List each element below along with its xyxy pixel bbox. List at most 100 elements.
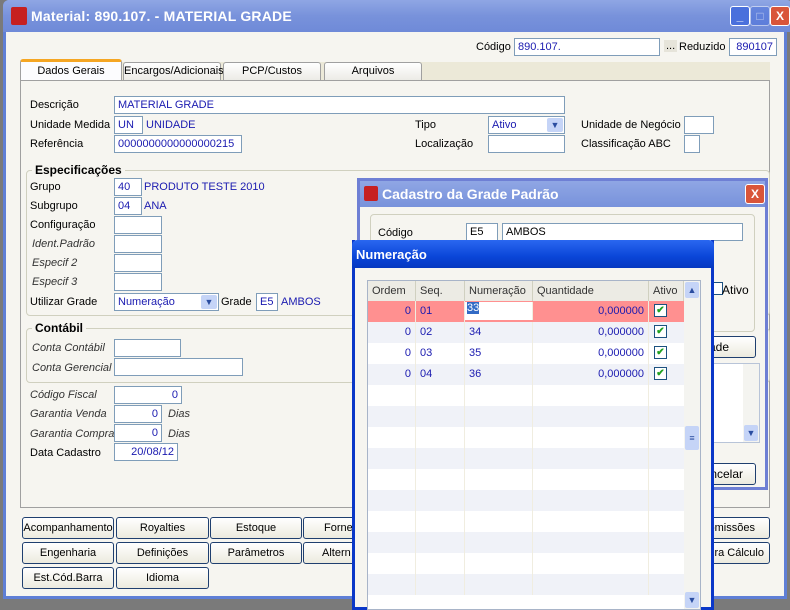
- col-numeracao[interactable]: Numeração: [465, 281, 533, 301]
- cell-quantidade[interactable]: [533, 553, 649, 574]
- cell-quantidade[interactable]: [533, 385, 649, 406]
- cell-seq[interactable]: [416, 490, 465, 511]
- table-row[interactable]: [368, 553, 684, 574]
- cell-quantidade[interactable]: [533, 469, 649, 490]
- tab-dados-gerais[interactable]: Dados Gerais: [20, 59, 122, 81]
- tab-arquivos[interactable]: Arquivos: [324, 62, 422, 80]
- cell-numeracao[interactable]: 33: [465, 302, 533, 320]
- table-row[interactable]: [368, 532, 684, 553]
- maximize-button[interactable]: □: [750, 6, 770, 26]
- cell-seq[interactable]: [416, 448, 465, 469]
- cell-quantidade[interactable]: [533, 574, 649, 595]
- cell-seq[interactable]: [416, 574, 465, 595]
- especif3-input[interactable]: [114, 273, 162, 291]
- cell-quantidade[interactable]: 0,000000: [533, 364, 649, 385]
- ativo-checkbox[interactable]: ✔: [654, 304, 667, 317]
- conta-gerencial-input[interactable]: [114, 358, 243, 376]
- royalties-button[interactable]: Royalties: [116, 517, 209, 539]
- ativo-checkbox[interactable]: ✔: [654, 325, 667, 338]
- cell-seq[interactable]: 03: [416, 343, 465, 364]
- table-row[interactable]: 0 04 36 0,000000 ✔: [368, 364, 684, 385]
- scroll-down-icon[interactable]: ▼: [744, 425, 758, 441]
- cadastro-close-button[interactable]: X: [745, 184, 765, 204]
- cell-numeracao[interactable]: [465, 574, 533, 595]
- cell-quantidade[interactable]: [533, 532, 649, 553]
- chevron-down-icon[interactable]: ▼: [547, 118, 563, 132]
- table-row[interactable]: [368, 406, 684, 427]
- cell-numeracao[interactable]: 35: [465, 343, 533, 364]
- cell-quantidade[interactable]: 0,000000: [533, 322, 649, 343]
- grupo-code-input[interactable]: 40: [114, 178, 142, 196]
- col-ativo[interactable]: Ativo: [649, 281, 684, 301]
- parametros-button[interactable]: Parâmetros: [210, 542, 302, 564]
- cell-ordem[interactable]: 0: [368, 343, 416, 364]
- est-cod-barra-button[interactable]: Est.Cód.Barra: [22, 567, 114, 589]
- cell-quantidade[interactable]: [533, 406, 649, 427]
- scroll-thumb[interactable]: ≡: [685, 426, 699, 450]
- cell-seq[interactable]: [416, 406, 465, 427]
- idioma-button[interactable]: Idioma: [116, 567, 209, 589]
- subgrupo-code-input[interactable]: 04: [114, 197, 142, 215]
- cell-ordem[interactable]: [368, 385, 416, 406]
- cell-quantidade[interactable]: [533, 490, 649, 511]
- cell-numeracao[interactable]: 34: [465, 322, 533, 343]
- descricao-input[interactable]: MATERIAL GRADE: [114, 96, 565, 114]
- scroll-up-icon[interactable]: ▲: [685, 282, 699, 298]
- cell-seq[interactable]: 02: [416, 322, 465, 343]
- cell-seq[interactable]: [416, 385, 465, 406]
- cell-seq[interactable]: [416, 469, 465, 490]
- cell-seq[interactable]: [416, 553, 465, 574]
- cadastro-codigo-input[interactable]: E5: [466, 223, 498, 241]
- cell-numeracao[interactable]: [465, 469, 533, 490]
- codigo-fiscal-input[interactable]: 0: [114, 386, 182, 404]
- cell-seq[interactable]: 01: [416, 301, 465, 322]
- table-row[interactable]: 0 01 33 0,000000 ✔: [368, 301, 684, 322]
- cell-ordem[interactable]: 0: [368, 301, 416, 322]
- table-row[interactable]: [368, 574, 684, 595]
- conta-contabil-input[interactable]: [114, 339, 181, 357]
- cell-numeracao[interactable]: [465, 553, 533, 574]
- scroll-down-icon[interactable]: ▼: [685, 592, 699, 608]
- cell-seq[interactable]: [416, 427, 465, 448]
- close-button[interactable]: X: [770, 6, 790, 26]
- ident-padrao-input[interactable]: [114, 235, 162, 253]
- reduzido-input[interactable]: 890107: [729, 38, 777, 56]
- especif2-input[interactable]: [114, 254, 162, 272]
- cell-numeracao[interactable]: [465, 490, 533, 511]
- cell-ordem[interactable]: [368, 574, 416, 595]
- cell-numeracao[interactable]: [465, 427, 533, 448]
- cell-numeracao[interactable]: [465, 448, 533, 469]
- cell-seq[interactable]: 04: [416, 364, 465, 385]
- classificacao-input[interactable]: [684, 135, 700, 153]
- cell-quantidade[interactable]: 0,000000: [533, 301, 649, 322]
- definicoes-button[interactable]: Definições: [116, 542, 209, 564]
- acompanhamento-button[interactable]: Acompanhamento: [22, 517, 114, 539]
- cell-ordem[interactable]: [368, 511, 416, 532]
- cell-quantidade[interactable]: [533, 427, 649, 448]
- grid-scrollbar[interactable]: ▲ ≡ ▼: [684, 281, 700, 609]
- tab-encargos[interactable]: Encargos/Adicionais: [123, 62, 224, 80]
- garantia-compra-input[interactable]: 0: [114, 424, 162, 442]
- table-row[interactable]: 0 02 34 0,000000 ✔: [368, 322, 684, 343]
- cell-quantidade[interactable]: [533, 448, 649, 469]
- cell-ordem[interactable]: 0: [368, 364, 416, 385]
- cell-ordem[interactable]: [368, 553, 416, 574]
- cell-quantidade[interactable]: [533, 511, 649, 532]
- table-row[interactable]: [368, 490, 684, 511]
- grade-code-input[interactable]: E5: [256, 293, 278, 311]
- tipo-select[interactable]: Ativo ▼: [488, 116, 565, 134]
- table-row[interactable]: [368, 469, 684, 490]
- cell-numeracao[interactable]: 36: [465, 364, 533, 385]
- cell-ordem[interactable]: [368, 427, 416, 448]
- configuracao-input[interactable]: [114, 216, 162, 234]
- garantia-venda-input[interactable]: 0: [114, 405, 162, 423]
- referencia-input[interactable]: 0000000000000000215: [114, 135, 242, 153]
- codigo-lookup-button[interactable]: ...: [664, 40, 678, 52]
- data-cadastro-input[interactable]: 20/08/12: [114, 443, 178, 461]
- cell-ordem[interactable]: [368, 406, 416, 427]
- table-row[interactable]: 0 03 35 0,000000 ✔: [368, 343, 684, 364]
- codigo-input[interactable]: 890.107.: [514, 38, 660, 56]
- cell-numeracao[interactable]: [465, 406, 533, 427]
- estoque-button[interactable]: Estoque: [210, 517, 302, 539]
- cell-ordem[interactable]: 0: [368, 322, 416, 343]
